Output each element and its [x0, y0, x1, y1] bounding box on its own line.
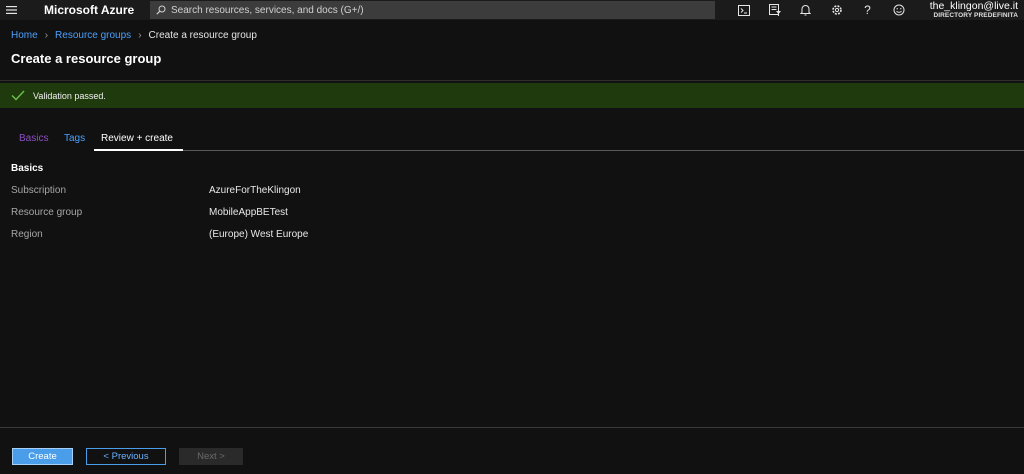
- filter-icon[interactable]: [759, 0, 790, 20]
- tab-strip: Basics Tags Review + create: [0, 130, 1024, 152]
- next-button[interactable]: Next >: [179, 448, 243, 465]
- search-input[interactable]: Search resources, services, and docs (G+…: [150, 1, 715, 19]
- title-divider: [0, 80, 1024, 81]
- tab-tags[interactable]: Tags: [64, 133, 85, 144]
- summary-label: Region: [11, 229, 43, 240]
- breadcrumb: Home › Resource groups › Create a resour…: [11, 30, 257, 41]
- validation-message: Validation passed.: [33, 90, 106, 101]
- brand-title[interactable]: Microsoft Azure: [44, 3, 150, 17]
- smiley-icon[interactable]: [883, 0, 914, 20]
- breadcrumb-current: Create a resource group: [148, 30, 257, 41]
- summary-label: Subscription: [11, 185, 67, 196]
- page-title: Create a resource group: [11, 51, 162, 66]
- top-bar: Microsoft Azure Search resources, servic…: [0, 0, 1024, 20]
- account-user: the_klingon@live.it: [929, 0, 1018, 12]
- summary-row: Subscription AzureForTheKlingon: [11, 185, 301, 196]
- breadcrumb-separator-icon: ›: [44, 30, 49, 41]
- menu-icon[interactable]: [0, 0, 22, 20]
- gear-icon[interactable]: [821, 0, 852, 20]
- breadcrumb-separator-icon: ›: [138, 30, 142, 41]
- search-icon: [156, 5, 166, 15]
- account-directory: DIRECTORY PREDEFINITA: [933, 11, 1018, 19]
- summary-row: Resource group MobileAppBETest: [11, 207, 288, 218]
- tab-review-create[interactable]: Review + create: [101, 133, 173, 144]
- search-placeholder: Search resources, services, and docs (G+…: [171, 4, 364, 16]
- toolbar-icons: ?: [728, 0, 914, 20]
- summary-value: MobileAppBETest: [209, 207, 288, 218]
- help-icon[interactable]: ?: [852, 0, 883, 20]
- summary-row: Region (Europe) West Europe: [11, 229, 308, 240]
- breadcrumb-resource-groups[interactable]: Resource groups: [55, 30, 131, 41]
- tab-basics[interactable]: Basics: [19, 133, 48, 144]
- summary-value: AzureForTheKlingon: [209, 185, 301, 196]
- active-tab-indicator: [94, 149, 183, 151]
- checkmark-icon: [11, 90, 25, 101]
- terminal-icon[interactable]: [728, 0, 759, 20]
- account-menu[interactable]: the_klingon@live.it DIRECTORY PREDEFINIT…: [930, 0, 1018, 19]
- footer-divider: [0, 427, 1024, 428]
- create-button[interactable]: Create: [12, 448, 73, 465]
- tab-divider: [94, 150, 1024, 151]
- summary-value: (Europe) West Europe: [209, 229, 309, 240]
- section-heading: Basics: [11, 163, 44, 174]
- breadcrumb-home[interactable]: Home: [11, 30, 38, 41]
- summary-label: Resource group: [11, 207, 83, 218]
- bell-icon[interactable]: [790, 0, 821, 20]
- previous-button[interactable]: < Previous: [86, 448, 166, 465]
- validation-banner: Validation passed.: [0, 83, 1024, 108]
